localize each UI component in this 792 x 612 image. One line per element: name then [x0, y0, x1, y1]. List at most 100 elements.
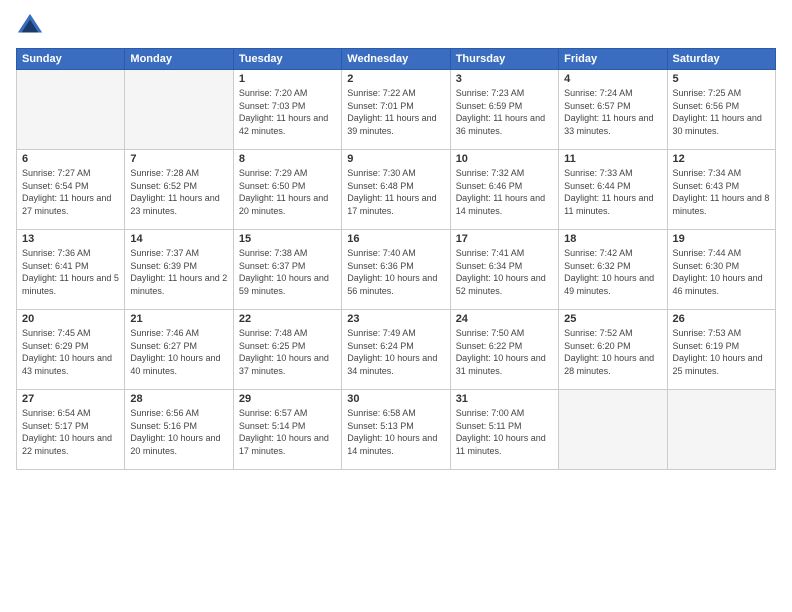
- day-info: Sunrise: 7:20 AM Sunset: 7:03 PM Dayligh…: [239, 87, 336, 137]
- day-info: Sunrise: 6:57 AM Sunset: 5:14 PM Dayligh…: [239, 407, 336, 457]
- day-number: 13: [22, 233, 119, 245]
- calendar-cell: 17Sunrise: 7:41 AM Sunset: 6:34 PM Dayli…: [450, 230, 558, 310]
- day-info: Sunrise: 7:22 AM Sunset: 7:01 PM Dayligh…: [347, 87, 444, 137]
- day-number: 18: [564, 233, 661, 245]
- day-info: Sunrise: 7:37 AM Sunset: 6:39 PM Dayligh…: [130, 247, 227, 297]
- calendar-cell: 19 Sunrise: 7:44 AM Sunset: 6:30 PM Dayli…: [667, 230, 775, 310]
- day-number: 19: [673, 233, 770, 245]
- calendar-cell: 15 Sunrise: 7:38 AM Sunset: 6:37 PM Dayli…: [233, 230, 341, 310]
- header: [16, 12, 776, 40]
- day-info: Sunrise: 7:48 AM Sunset: 6:25 PM Dayligh…: [239, 327, 336, 377]
- day-number: 28: [130, 393, 227, 405]
- calendar-cell: 29 Sunrise: 6:57 AM Sunset: 5:14 PM Dayli…: [233, 390, 341, 470]
- day-number: 20: [22, 313, 119, 325]
- calendar-cell: [559, 390, 667, 470]
- weekday-cell: Wednesday: [342, 49, 450, 70]
- calendar-cell: 7 Sunrise: 7:28 AM Sunset: 6:52 PM Daylig…: [125, 150, 233, 230]
- calendar-cell: 13 Sunrise: 7:36 AM Sunset: 6:41 PM Dayli…: [17, 230, 125, 310]
- calendar-cell: 22 Sunrise: 7:48 AM Sunset: 6:25 PM Dayli…: [233, 310, 341, 390]
- day-info: Sunrise: 7:28 AM Sunset: 6:52 PM Dayligh…: [130, 167, 227, 217]
- day-number: 21: [130, 313, 227, 325]
- day-number: 27: [22, 393, 119, 405]
- logo: [16, 12, 48, 40]
- day-info: Sunrise: 7:50 AM Sunset: 6:22 PM Dayligh…: [456, 327, 553, 377]
- day-number: 25: [564, 313, 661, 325]
- day-number: 24: [456, 313, 553, 325]
- calendar-cell: 2Sunrise: 7:22 AM Sunset: 7:01 PM Daylig…: [342, 70, 450, 150]
- day-info: Sunrise: 7:36 AM Sunset: 6:41 PM Dayligh…: [22, 247, 119, 297]
- calendar-cell: 21Sunrise: 7:46 AM Sunset: 6:27 PM Dayli…: [125, 310, 233, 390]
- day-info: Sunrise: 7:32 AM Sunset: 6:46 PM Dayligh…: [456, 167, 553, 217]
- calendar-cell: 26 Sunrise: 7:53 AM Sunset: 6:19 PM Dayli…: [667, 310, 775, 390]
- day-number: 6: [22, 153, 119, 165]
- day-info: Sunrise: 7:52 AM Sunset: 6:20 PM Dayligh…: [564, 327, 661, 377]
- day-number: 16: [347, 233, 444, 245]
- calendar-body: 1 Sunrise: 7:20 AM Sunset: 7:03 PM Daylig…: [17, 70, 776, 470]
- calendar-cell: 30 Sunrise: 6:58 AM Sunset: 5:13 PM Dayli…: [342, 390, 450, 470]
- calendar-week-row: 27 Sunrise: 6:54 AM Sunset: 5:17 PM Dayli…: [17, 390, 776, 470]
- day-info: Sunrise: 7:44 AM Sunset: 6:30 PM Dayligh…: [673, 247, 770, 297]
- calendar-table: SundayMondayTuesdayWednesdayThursdayFrid…: [16, 48, 776, 470]
- day-number: 22: [239, 313, 336, 325]
- day-number: 17: [456, 233, 553, 245]
- calendar-cell: 8 Sunrise: 7:29 AM Sunset: 6:50 PM Daylig…: [233, 150, 341, 230]
- day-number: 10: [456, 153, 553, 165]
- calendar-cell: 10 Sunrise: 7:32 AM Sunset: 6:46 PM Dayli…: [450, 150, 558, 230]
- day-info: Sunrise: 7:30 AM Sunset: 6:48 PM Dayligh…: [347, 167, 444, 217]
- day-number: 7: [130, 153, 227, 165]
- calendar-cell: [17, 70, 125, 150]
- day-number: 5: [673, 73, 770, 85]
- day-info: Sunrise: 7:00 AM Sunset: 5:11 PM Dayligh…: [456, 407, 553, 457]
- day-info: Sunrise: 7:34 AM Sunset: 6:43 PM Dayligh…: [673, 167, 770, 217]
- day-number: 12: [673, 153, 770, 165]
- calendar-cell: 25 Sunrise: 7:52 AM Sunset: 6:20 PM Dayli…: [559, 310, 667, 390]
- weekday-header-row: SundayMondayTuesdayWednesdayThursdayFrid…: [17, 49, 776, 70]
- weekday-cell: Saturday: [667, 49, 775, 70]
- day-info: Sunrise: 7:23 AM Sunset: 6:59 PM Dayligh…: [456, 87, 553, 137]
- day-number: 29: [239, 393, 336, 405]
- calendar-cell: 16 Sunrise: 7:40 AM Sunset: 6:36 PM Dayli…: [342, 230, 450, 310]
- calendar-cell: 31Sunrise: 7:00 AM Sunset: 5:11 PM Dayli…: [450, 390, 558, 470]
- day-number: 9: [347, 153, 444, 165]
- day-info: Sunrise: 7:27 AM Sunset: 6:54 PM Dayligh…: [22, 167, 119, 217]
- day-info: Sunrise: 7:40 AM Sunset: 6:36 PM Dayligh…: [347, 247, 444, 297]
- calendar-cell: 18 Sunrise: 7:42 AM Sunset: 6:32 PM Dayli…: [559, 230, 667, 310]
- calendar-cell: 23Sunrise: 7:49 AM Sunset: 6:24 PM Dayli…: [342, 310, 450, 390]
- day-number: 8: [239, 153, 336, 165]
- day-info: Sunrise: 7:24 AM Sunset: 6:57 PM Dayligh…: [564, 87, 661, 137]
- calendar-cell: [667, 390, 775, 470]
- weekday-cell: Monday: [125, 49, 233, 70]
- day-info: Sunrise: 7:29 AM Sunset: 6:50 PM Dayligh…: [239, 167, 336, 217]
- day-number: 11: [564, 153, 661, 165]
- calendar-cell: 20 Sunrise: 7:45 AM Sunset: 6:29 PM Dayli…: [17, 310, 125, 390]
- calendar-cell: 11Sunrise: 7:33 AM Sunset: 6:44 PM Dayli…: [559, 150, 667, 230]
- calendar-week-row: 1 Sunrise: 7:20 AM Sunset: 7:03 PM Daylig…: [17, 70, 776, 150]
- weekday-cell: Friday: [559, 49, 667, 70]
- day-number: 14: [130, 233, 227, 245]
- day-info: Sunrise: 6:58 AM Sunset: 5:13 PM Dayligh…: [347, 407, 444, 457]
- day-number: 4: [564, 73, 661, 85]
- day-info: Sunrise: 7:25 AM Sunset: 6:56 PM Dayligh…: [673, 87, 770, 137]
- calendar-cell: 9 Sunrise: 7:30 AM Sunset: 6:48 PM Daylig…: [342, 150, 450, 230]
- day-info: Sunrise: 7:45 AM Sunset: 6:29 PM Dayligh…: [22, 327, 119, 377]
- day-info: Sunrise: 7:42 AM Sunset: 6:32 PM Dayligh…: [564, 247, 661, 297]
- day-number: 30: [347, 393, 444, 405]
- day-number: 26: [673, 313, 770, 325]
- calendar-cell: 5 Sunrise: 7:25 AM Sunset: 6:56 PM Daylig…: [667, 70, 775, 150]
- calendar-cell: 12 Sunrise: 7:34 AM Sunset: 6:43 PM Dayli…: [667, 150, 775, 230]
- calendar-week-row: 6 Sunrise: 7:27 AM Sunset: 6:54 PM Daylig…: [17, 150, 776, 230]
- day-info: Sunrise: 7:38 AM Sunset: 6:37 PM Dayligh…: [239, 247, 336, 297]
- calendar-cell: 4 Sunrise: 7:24 AM Sunset: 6:57 PM Daylig…: [559, 70, 667, 150]
- day-info: Sunrise: 6:54 AM Sunset: 5:17 PM Dayligh…: [22, 407, 119, 457]
- day-info: Sunrise: 7:53 AM Sunset: 6:19 PM Dayligh…: [673, 327, 770, 377]
- calendar-cell: 1 Sunrise: 7:20 AM Sunset: 7:03 PM Daylig…: [233, 70, 341, 150]
- page: SundayMondayTuesdayWednesdayThursdayFrid…: [0, 0, 792, 612]
- calendar-cell: 14 Sunrise: 7:37 AM Sunset: 6:39 PM Dayli…: [125, 230, 233, 310]
- calendar-cell: 3Sunrise: 7:23 AM Sunset: 6:59 PM Daylig…: [450, 70, 558, 150]
- day-info: Sunrise: 6:56 AM Sunset: 5:16 PM Dayligh…: [130, 407, 227, 457]
- calendar-cell: 28 Sunrise: 6:56 AM Sunset: 5:16 PM Dayli…: [125, 390, 233, 470]
- day-number: 23: [347, 313, 444, 325]
- calendar-week-row: 13 Sunrise: 7:36 AM Sunset: 6:41 PM Dayli…: [17, 230, 776, 310]
- day-number: 1: [239, 73, 336, 85]
- day-number: 15: [239, 233, 336, 245]
